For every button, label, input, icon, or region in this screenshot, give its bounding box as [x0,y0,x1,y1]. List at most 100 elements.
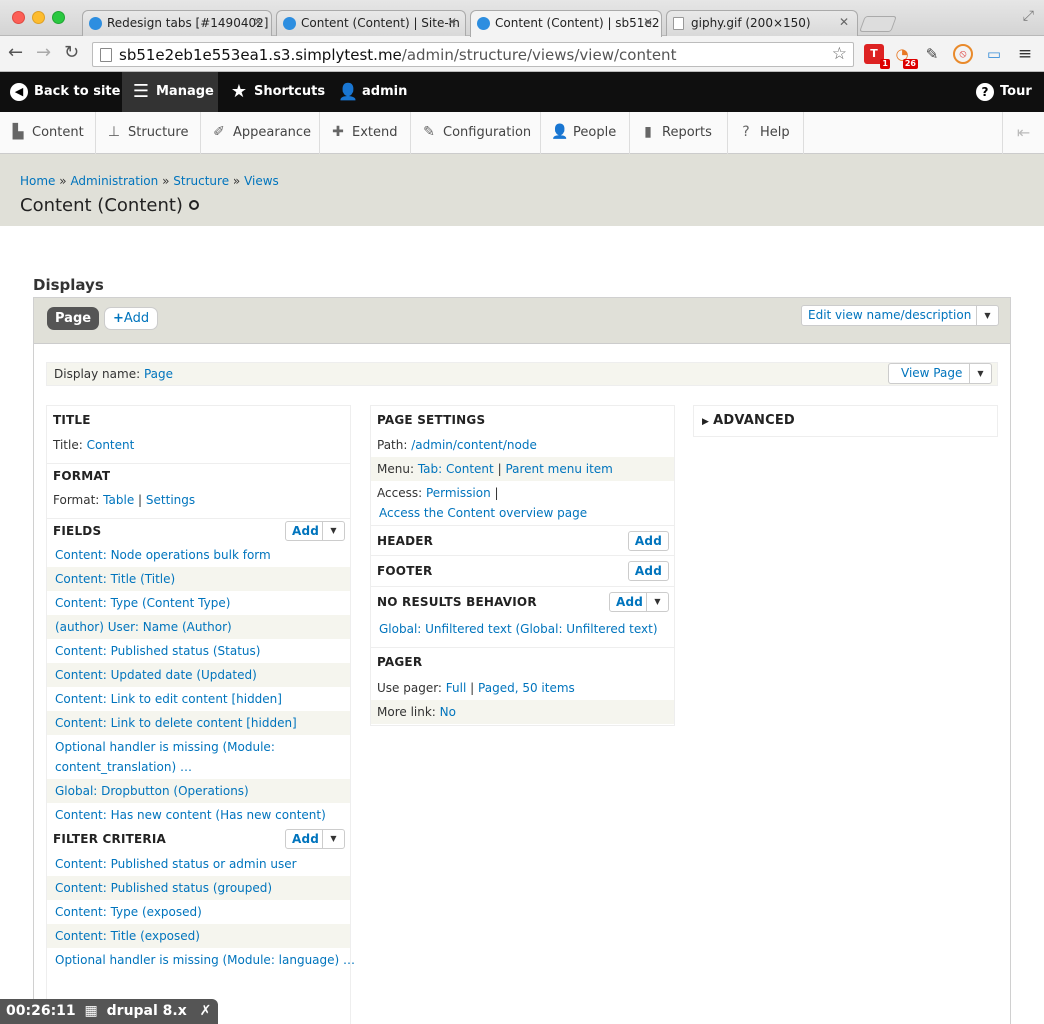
field-link[interactable]: Content: Type (Content Type) [55,596,230,610]
tray-item-help[interactable]: ? Help [728,112,804,154]
back-arrow-icon[interactable]: ← [8,43,23,63]
tab-title: Redesign tabs [#1490402] [107,16,269,30]
field-link[interactable]: Content: Published status (Status) [55,644,260,658]
extension-icon[interactable]: T1 [864,44,890,69]
footer-section-heading: FOOTER Add [371,555,674,586]
footer-add-button[interactable]: Add [627,561,669,581]
filter-link[interactable]: Content: Published status or admin user [55,857,297,871]
caret-down-icon[interactable]: ▼ [322,830,344,848]
field-link[interactable]: (author) User: Name (Author) [55,620,232,634]
access-detail-link[interactable]: Access the Content overview page [379,506,587,520]
close-icon[interactable]: ✕ [253,15,263,29]
page-title-text: Content (Content) [20,195,183,216]
fields-add-dropbutton[interactable]: Add ▼ [285,521,345,541]
reload-icon[interactable]: ↻ [64,43,79,63]
caret-down-icon[interactable]: ▼ [322,522,344,540]
field-link[interactable]: Content: Node operations bulk form [55,548,271,562]
access-link[interactable]: Permission [426,486,491,500]
bar-chart-icon: ▮ [644,124,652,140]
no-results-link[interactable]: Global: Unfiltered text (Global: Unfilte… [379,622,658,636]
breadcrumb-link[interactable]: Home [20,174,55,188]
filter-link[interactable]: Content: Title (exposed) [55,929,200,943]
format-link[interactable]: Table [103,493,134,507]
tray-item-appearance[interactable]: ✐ Appearance [201,112,320,154]
user-tab[interactable]: 👤 admin [328,72,408,112]
bookmark-star-icon[interactable]: ☆ [832,44,847,64]
tour-button[interactable]: ? Tour [966,72,1038,112]
menu-link[interactable]: Tab: Content [418,462,494,476]
caret-down-icon[interactable]: ▼ [969,364,991,383]
address-input[interactable]: sb51e2eb1e553ea1.s3.simplytest.me/admin/… [92,42,854,67]
browser-tab[interactable]: giphy.gif (200×150) ✕ [666,10,858,37]
tray-orientation-toggle[interactable]: ⇤ [1002,112,1044,154]
filter-link[interactable]: Optional handler is missing (Module: lan… [55,953,355,967]
add-shortcut-icon[interactable] [188,200,199,210]
close-icon[interactable]: ✕ [839,15,849,29]
view-page-dropbutton[interactable]: View Page ▼ [888,363,992,384]
window-icon[interactable]: ▭ [984,44,1004,64]
filter-link[interactable]: Content: Published status (grouped) [55,881,272,895]
add-display-button[interactable]: +Add [104,307,159,330]
tray-item-people[interactable]: 👤 People [541,112,630,154]
zoom-window-button[interactable] [52,11,65,24]
tray-label: Structure [128,125,189,140]
rss-icon[interactable]: ◔ 26 [892,44,918,69]
browser-tab-active[interactable]: Content (Content) | sb51e2 ✕ [470,10,662,37]
browser-tab[interactable]: Content (Content) | Site-In ✕ [276,10,466,37]
header-add-button[interactable]: Add [627,531,669,551]
minimize-window-button[interactable] [32,11,45,24]
field-link[interactable]: Content: Link to delete content [hidden] [55,716,297,730]
breadcrumb-link[interactable]: Administration [70,174,158,188]
field-link[interactable]: Content: Link to edit content [hidden] [55,692,282,706]
parent-menu-link[interactable]: Parent menu item [505,462,612,476]
field-link[interactable]: Optional handler is missing (Module: con… [55,740,275,774]
list-item: (author) User: Name (Author) [47,615,350,639]
field-link[interactable]: Content: Title (Title) [55,572,175,586]
wrench-icon[interactable]: ✎ [922,44,942,64]
breadcrumb-link[interactable]: Structure [173,174,229,188]
advanced-toggle[interactable]: ▶ ADVANCED [694,408,997,433]
no-results-add-dropbutton[interactable]: Add ▼ [609,592,669,612]
more-link-link[interactable]: No [440,705,456,719]
caret-down-icon[interactable]: ▼ [976,306,998,325]
list-item: Content: Published status or admin user [47,852,350,876]
close-window-button[interactable] [12,11,25,24]
fields-heading-text: FIELDS [53,524,102,538]
close-icon[interactable]: ✕ [643,15,653,29]
close-icon[interactable]: ✕ [447,15,457,29]
breadcrumb-link[interactable]: Views [244,174,279,188]
block-icon[interactable]: ⦸ [953,44,973,64]
tray-label: People [573,125,617,140]
tray-item-structure[interactable]: ⊥ Structure [96,112,201,154]
browser-tab[interactable]: Redesign tabs [#1490402] ✕ [82,10,272,37]
field-link[interactable]: Global: Dropbutton (Operations) [55,784,249,798]
format-settings-link[interactable]: Settings [146,493,195,507]
back-to-site-link[interactable]: ◀ Back to site [0,72,120,112]
footer-heading-text: FOOTER [377,564,433,578]
fullscreen-icon[interactable]: ⤢ [1023,8,1034,24]
tray-item-extend[interactable]: ✚ Extend [320,112,411,154]
close-icon[interactable]: ✗ [200,1003,212,1019]
field-link[interactable]: Content: Updated date (Updated) [55,668,257,682]
manage-tab[interactable]: ☰ Manage [122,72,218,112]
menu-icon[interactable]: ≡ [1015,44,1035,64]
title-link[interactable]: Content [87,438,135,452]
pager-items-link[interactable]: Paged, 50 items [478,681,575,695]
manage-label: Manage [156,84,214,99]
use-pager-link[interactable]: Full [446,681,467,695]
tray-item-reports[interactable]: ▮ Reports [630,112,728,154]
filter-link[interactable]: Content: Type (exposed) [55,905,202,919]
field-link[interactable]: Content: Has new content (Has new conten… [55,808,326,822]
filter-add-dropbutton[interactable]: Add ▼ [285,829,345,849]
path-link[interactable]: /admin/content/node [411,438,537,452]
display-name-link[interactable]: Page [144,367,173,381]
tray-item-content[interactable]: ▙ Content [0,112,96,154]
display-tab-page[interactable]: Page [47,307,100,330]
forward-arrow-icon[interactable]: → [36,43,51,63]
shortcuts-tab[interactable]: ★ Shortcuts [220,72,325,112]
edit-view-dropbutton[interactable]: Edit view name/description ▼ [801,305,999,326]
tray-item-configuration[interactable]: ✎ Configuration [411,112,541,154]
caret-down-icon[interactable]: ▼ [646,593,668,611]
new-tab-button[interactable] [859,16,897,32]
list-item: Content: Has new content (Has new conten… [47,803,350,827]
